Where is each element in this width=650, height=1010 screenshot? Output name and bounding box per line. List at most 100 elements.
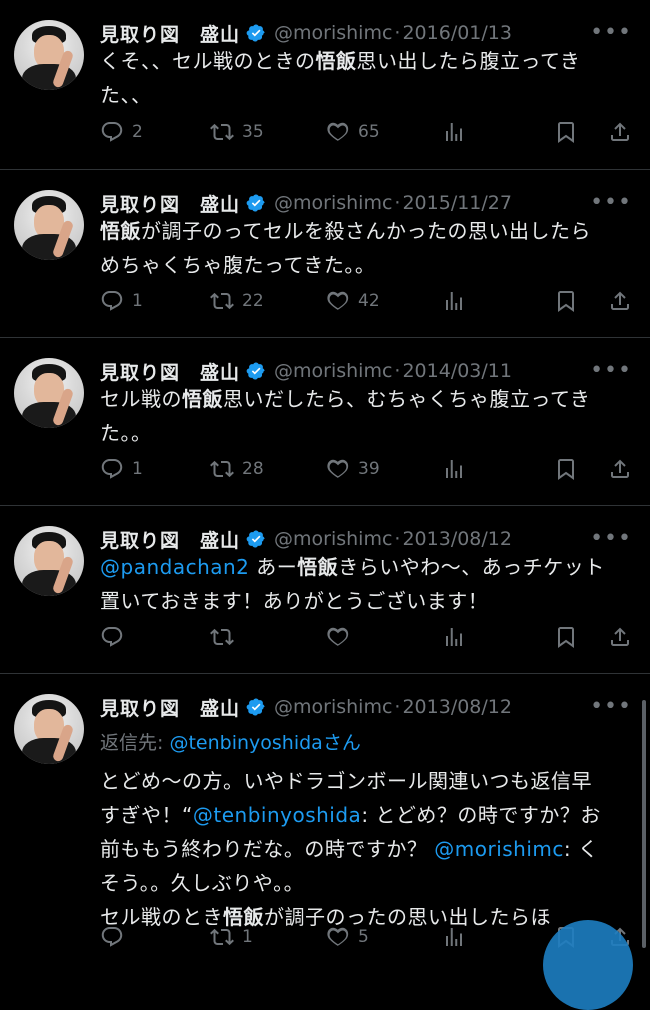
views-button[interactable] — [442, 454, 466, 484]
display-name[interactable]: 見取り図 盛山 — [100, 358, 240, 385]
display-name[interactable]: 見取り図 盛山 — [100, 526, 240, 553]
reply-icon — [100, 925, 124, 949]
more-icon[interactable]: ••• — [590, 190, 632, 215]
mention-link[interactable]: @tenbinyoshida — [193, 803, 361, 827]
avatar[interactable] — [14, 358, 84, 428]
reply-button[interactable] — [100, 622, 132, 652]
retweet-count: 28 — [242, 459, 264, 479]
heart-icon — [326, 120, 350, 144]
tweet[interactable]: 見取り図 盛山 @morishimc · 2015/11/27 ••• 悟飯が調… — [0, 170, 650, 338]
tweet-actions: 1 28 39 — [100, 454, 636, 484]
like-button[interactable] — [326, 622, 358, 652]
heart-icon — [326, 925, 350, 949]
retweet-button[interactable]: 22 — [210, 286, 264, 316]
reply-to-link[interactable]: @tenbinyoshida — [169, 732, 322, 754]
tweet-date[interactable]: 2015/11/27 — [402, 192, 512, 214]
share-button[interactable] — [608, 454, 632, 484]
reply-icon — [100, 289, 124, 313]
more-icon[interactable]: ••• — [590, 526, 632, 551]
tweet-date[interactable]: 2013/08/12 — [402, 528, 512, 550]
retweet-button[interactable]: 28 — [210, 454, 264, 484]
tweet-text: くそ、、セル戦のときの悟飯思い出したら腹立ってき た、、 — [100, 44, 626, 112]
bookmark-button[interactable] — [554, 622, 578, 652]
tweet[interactable]: 見取り図 盛山 @morishimc · 2014/03/11 ••• セル戦の… — [0, 338, 650, 506]
user-handle[interactable]: @morishimc — [274, 696, 392, 718]
more-icon[interactable]: ••• — [590, 694, 632, 719]
user-handle[interactable]: @morishimc — [274, 192, 392, 214]
display-name[interactable]: 見取り図 盛山 — [100, 190, 240, 217]
avatar[interactable] — [14, 20, 84, 90]
display-name[interactable]: 見取り図 盛山 — [100, 20, 240, 47]
reply-button[interactable]: 1 — [100, 454, 143, 484]
text-highlight: 悟飯 — [182, 387, 223, 411]
text-segment: とどめ〜の方。いやドラゴンボール関連いつも返信早 — [100, 769, 592, 793]
bookmark-icon — [554, 289, 578, 313]
reply-button[interactable]: 2 — [100, 117, 143, 147]
tweet[interactable]: 見取り図 盛山 @morishimc · 2016/01/13 ••• くそ、、… — [0, 0, 650, 170]
views-button[interactable] — [442, 922, 466, 952]
user-handle[interactable]: @morishimc — [274, 528, 392, 550]
text-segment: が調子のってセルを殺さんかったの思い出したら — [141, 219, 591, 243]
heart-icon — [326, 289, 350, 313]
retweet-button[interactable]: 35 — [210, 117, 264, 147]
like-count: 65 — [358, 122, 380, 142]
views-button[interactable] — [442, 622, 466, 652]
more-icon[interactable]: ••• — [590, 20, 632, 45]
retweet-button[interactable]: 1 — [210, 922, 253, 952]
mention-link[interactable]: @morishimc — [434, 837, 564, 861]
user-handle[interactable]: @morishimc — [274, 22, 392, 44]
reply-count: 2 — [132, 122, 143, 142]
like-button[interactable]: 42 — [326, 286, 380, 316]
verified-badge-icon — [246, 529, 266, 549]
tweet-actions — [100, 622, 636, 652]
retweet-count: 1 — [242, 927, 253, 947]
reply-suffix: さん — [322, 732, 361, 754]
like-button[interactable]: 5 — [326, 922, 369, 952]
share-button[interactable] — [608, 286, 632, 316]
user-handle[interactable]: @morishimc — [274, 360, 392, 382]
bookmark-button[interactable] — [554, 117, 578, 147]
more-icon[interactable]: ••• — [590, 358, 632, 383]
retweet-icon — [210, 289, 234, 313]
bookmark-icon — [554, 625, 578, 649]
tweet-text: とどめ〜の方。いやドラゴンボール関連いつも返信早 すぎや！“@tenbinyos… — [100, 764, 626, 934]
reply-button[interactable]: 1 — [100, 286, 143, 316]
share-button[interactable] — [608, 117, 632, 147]
reply-count: 1 — [132, 459, 143, 479]
scrollbar[interactable] — [642, 700, 646, 948]
bookmark-button[interactable] — [554, 286, 578, 316]
display-name[interactable]: 見取り図 盛山 — [100, 694, 240, 721]
tweet-text: セル戦の悟飯思いだしたら、むちゃくちゃ腹立ってき た。。 — [100, 382, 626, 450]
mention-link[interactable]: @pandachan2 — [100, 555, 249, 579]
heart-icon — [326, 457, 350, 481]
tweet[interactable]: 見取り図 盛山 @morishimc · 2013/08/12 ••• @pan… — [0, 506, 650, 674]
reply-icon — [100, 457, 124, 481]
retweet-button[interactable] — [210, 622, 242, 652]
reply-button[interactable] — [100, 922, 132, 952]
views-icon — [442, 457, 466, 481]
tweet-date[interactable]: 2013/08/12 — [402, 696, 512, 718]
tweet-date[interactable]: 2014/03/11 — [402, 360, 512, 382]
avatar[interactable] — [14, 190, 84, 260]
tweet-feed: 見取り図 盛山 @morishimc · 2016/01/13 ••• くそ、、… — [0, 0, 650, 956]
like-count: 39 — [358, 459, 380, 479]
heart-icon — [326, 625, 350, 649]
avatar[interactable] — [14, 694, 84, 764]
views-button[interactable] — [442, 117, 466, 147]
compose-button[interactable] — [543, 920, 633, 1010]
bookmark-button[interactable] — [554, 454, 578, 484]
text-highlight: 悟飯 — [297, 555, 339, 579]
tweet-date[interactable]: 2016/01/13 — [402, 22, 512, 44]
like-button[interactable]: 65 — [326, 117, 380, 147]
share-button[interactable] — [608, 622, 632, 652]
views-button[interactable] — [442, 286, 466, 316]
reply-prefix: 返信先: — [100, 732, 170, 754]
text-segment: : く — [563, 837, 599, 861]
text-segment: きらいやわ〜、あっチケット — [338, 555, 605, 579]
retweet-icon — [210, 925, 234, 949]
like-count: 5 — [358, 927, 369, 947]
avatar[interactable] — [14, 526, 84, 596]
tweet[interactable]: 見取り図 盛山 @morishimc · 2013/08/12 ••• 返信先:… — [0, 674, 650, 956]
like-button[interactable]: 39 — [326, 454, 380, 484]
separator: · — [394, 696, 401, 718]
